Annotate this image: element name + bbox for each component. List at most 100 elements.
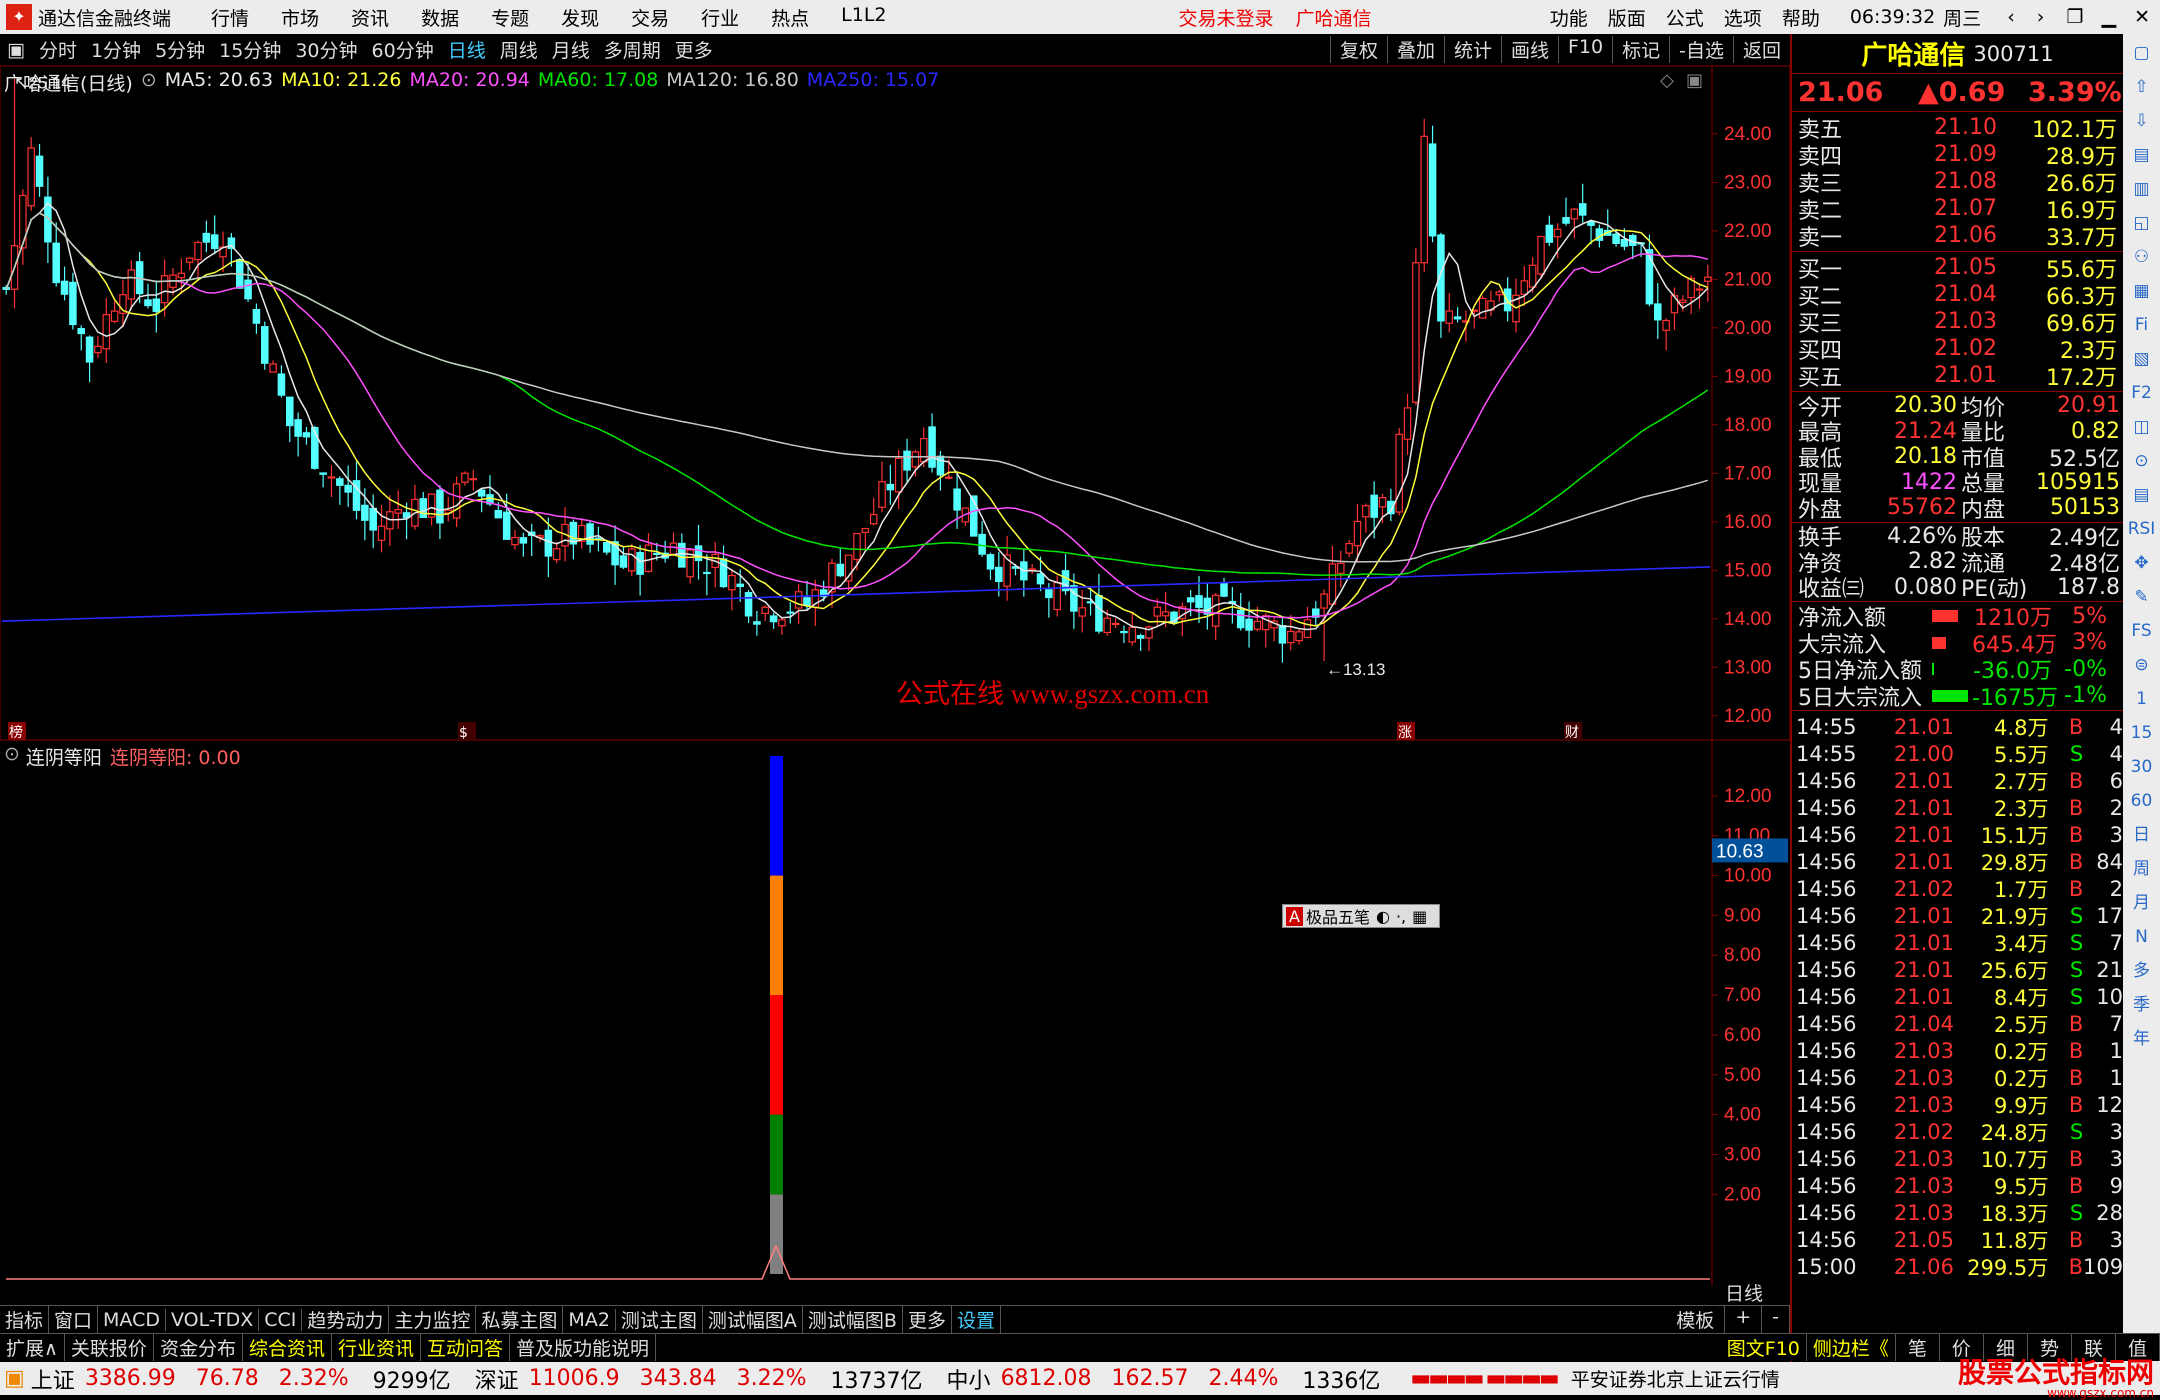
diamond-icon[interactable]: ◇: [1660, 70, 1674, 91]
sh-label[interactable]: 上证: [31, 1363, 75, 1395]
sidebar-icon-14[interactable]: RSI: [2127, 514, 2157, 544]
indicator-tab-12[interactable]: 更多: [903, 1306, 952, 1333]
period-tab-7[interactable]: 周线: [493, 36, 545, 63]
forward-icon[interactable]: ›: [2037, 6, 2045, 28]
info-tab-4[interactable]: 行业资讯: [332, 1334, 421, 1361]
sidebar-icon-24[interactable]: 周: [2127, 854, 2157, 884]
period-tab-2[interactable]: 5分钟: [148, 36, 212, 63]
tab-right-1[interactable]: +: [1725, 1306, 1763, 1333]
sidebar-icon-12[interactable]: ⊙: [2127, 446, 2157, 476]
sidebar-icon-10[interactable]: F2: [2127, 378, 2157, 408]
sidebar-icon-1[interactable]: ⇧: [2127, 72, 2157, 102]
indicator-tab-4[interactable]: CCI: [259, 1308, 303, 1331]
minimize-icon[interactable]: ▁: [2101, 6, 2116, 28]
event-mark[interactable]: 涨: [1397, 722, 1415, 741]
info-tab-0[interactable]: 扩展∧: [0, 1334, 65, 1361]
menu-item-7[interactable]: 行业: [701, 4, 739, 31]
info-tab-1[interactable]: 关联报价: [65, 1334, 154, 1361]
sidebar-icon-7[interactable]: ▦: [2127, 276, 2157, 306]
info-tab-5[interactable]: 互动问答: [421, 1334, 510, 1361]
info-tab-3[interactable]: 综合资讯: [243, 1334, 332, 1361]
sidebar-icon-21[interactable]: 30: [2127, 752, 2157, 782]
ime-keyboard-icon[interactable]: ▦: [1412, 907, 1427, 926]
trade-login-status[interactable]: 交易未登录: [1179, 4, 1274, 31]
toolbar-button-2[interactable]: 统计: [1443, 36, 1501, 63]
right-menu-item-4[interactable]: 帮助: [1782, 4, 1820, 31]
period-tab-5[interactable]: 60分钟: [365, 36, 441, 63]
indicator-tab-7[interactable]: 私募主图: [476, 1306, 564, 1333]
toolbar-button-4[interactable]: F10: [1558, 36, 1612, 63]
sidebar-icon-15[interactable]: ✥: [2127, 548, 2157, 578]
sidebar-icon-2[interactable]: ⇩: [2127, 106, 2157, 136]
menu-item-1[interactable]: 市场: [281, 4, 319, 31]
chart-area[interactable]: 24.00 23.00 22.00 21.00 20.00 19.00 18.00 17.00…: [0, 66, 1790, 1286]
menu-item-3[interactable]: 数据: [421, 4, 459, 31]
sidebar-icon-29[interactable]: 年: [2127, 1024, 2157, 1054]
event-mark[interactable]: 榜: [8, 722, 26, 741]
indicator-tab-2[interactable]: MACD: [98, 1308, 166, 1331]
menu-item-5[interactable]: 发现: [561, 4, 599, 31]
event-mark[interactable]: $: [458, 722, 476, 741]
window-icon[interactable]: ▣: [0, 39, 32, 61]
tab-right-0[interactable]: 模板: [1666, 1306, 1726, 1333]
sidebar-icon-8[interactable]: Fi: [2127, 310, 2157, 340]
sidebar-icon-27[interactable]: 多: [2127, 956, 2157, 986]
settings-icon[interactable]: ⊙: [141, 69, 157, 96]
sidebar-icon-9[interactable]: ▧: [2127, 344, 2157, 374]
event-mark[interactable]: 财: [1564, 722, 1582, 741]
ime-toolbar[interactable]: A 极品五笔 ◐ ·, ▦: [1282, 904, 1440, 928]
sidebar-icon-25[interactable]: 月: [2127, 888, 2157, 918]
indicator-settings-icon[interactable]: ⊙: [4, 743, 20, 770]
sidebar-icon-19[interactable]: 1: [2127, 684, 2157, 714]
info-right-1[interactable]: 侧边栏《: [1807, 1334, 1896, 1361]
sidebar-icon-20[interactable]: 15: [2127, 718, 2157, 748]
sidebar-icon-5[interactable]: ◱: [2127, 208, 2157, 238]
sz-label[interactable]: 深证: [475, 1363, 519, 1395]
sidebar-icon-11[interactable]: ◫: [2127, 412, 2157, 442]
sidebar-icon-16[interactable]: ✎: [2127, 582, 2157, 612]
period-tab-9[interactable]: 多周期: [597, 36, 668, 63]
sidebar-icon-17[interactable]: FS: [2127, 616, 2157, 646]
indicator-tab-8[interactable]: MA2: [563, 1308, 616, 1331]
sidebar-icon-13[interactable]: ▤: [2127, 480, 2157, 510]
tab-right-2[interactable]: -: [1762, 1306, 1790, 1333]
menu-item-4[interactable]: 专题: [491, 4, 529, 31]
status-icon[interactable]: ▣: [4, 1366, 25, 1391]
menu-item-8[interactable]: 热点: [771, 4, 809, 31]
toolbar-button-7[interactable]: 返回: [1732, 36, 1790, 63]
right-menu-item-2[interactable]: 公式: [1666, 4, 1704, 31]
sidebar-icon-28[interactable]: 季: [2127, 990, 2157, 1020]
sidebar-icon-6[interactable]: ⚇: [2127, 242, 2157, 272]
indicator-tab-10[interactable]: 测试幅图A: [703, 1306, 803, 1333]
period-tab-10[interactable]: 更多: [668, 36, 720, 63]
info-right-2[interactable]: 笔: [1896, 1334, 1940, 1361]
menu-item-9[interactable]: L1L2: [841, 4, 886, 31]
ime-punct-icon[interactable]: ·,: [1396, 907, 1406, 926]
toolbar-button-6[interactable]: -自选: [1669, 36, 1733, 63]
stock-name-alert[interactable]: 广哈通信: [1296, 4, 1372, 31]
right-menu-item-0[interactable]: 功能: [1550, 4, 1588, 31]
period-tab-8[interactable]: 月线: [545, 36, 597, 63]
back-icon[interactable]: ‹: [2007, 6, 2015, 28]
sidebar-icon-3[interactable]: ▤: [2127, 140, 2157, 170]
indicator-tab-5[interactable]: 趋势动力: [302, 1306, 390, 1333]
indicator-tab-1[interactable]: 窗口: [49, 1306, 99, 1333]
period-tab-4[interactable]: 30分钟: [288, 36, 364, 63]
sidebar-icon-22[interactable]: 60: [2127, 786, 2157, 816]
toolbar-button-5[interactable]: 标记: [1612, 36, 1669, 63]
sidebar-icon-18[interactable]: ⊜: [2127, 650, 2157, 680]
right-menu-item-3[interactable]: 选项: [1724, 4, 1762, 31]
restore-icon[interactable]: ❐: [2066, 6, 2083, 28]
sidebar-icon-26[interactable]: N: [2127, 922, 2157, 952]
close-icon[interactable]: ✕: [2134, 6, 2150, 28]
right-menu-item-1[interactable]: 版面: [1608, 4, 1646, 31]
toolbar-button-1[interactable]: 叠加: [1386, 36, 1444, 63]
indicator-tab-9[interactable]: 测试主图: [616, 1306, 703, 1333]
indicator-tab-11[interactable]: 测试幅图B: [803, 1306, 903, 1333]
chart-window-icon[interactable]: ▣: [1686, 70, 1703, 91]
info-tab-2[interactable]: 资金分布: [154, 1334, 243, 1361]
indicator-tab-3[interactable]: VOL-TDX: [166, 1308, 260, 1331]
ime-moon-icon[interactable]: ◐: [1376, 907, 1390, 926]
indicator-tab-0[interactable]: 指标: [0, 1306, 50, 1333]
sidebar-icon-0[interactable]: ▢: [2127, 38, 2157, 68]
